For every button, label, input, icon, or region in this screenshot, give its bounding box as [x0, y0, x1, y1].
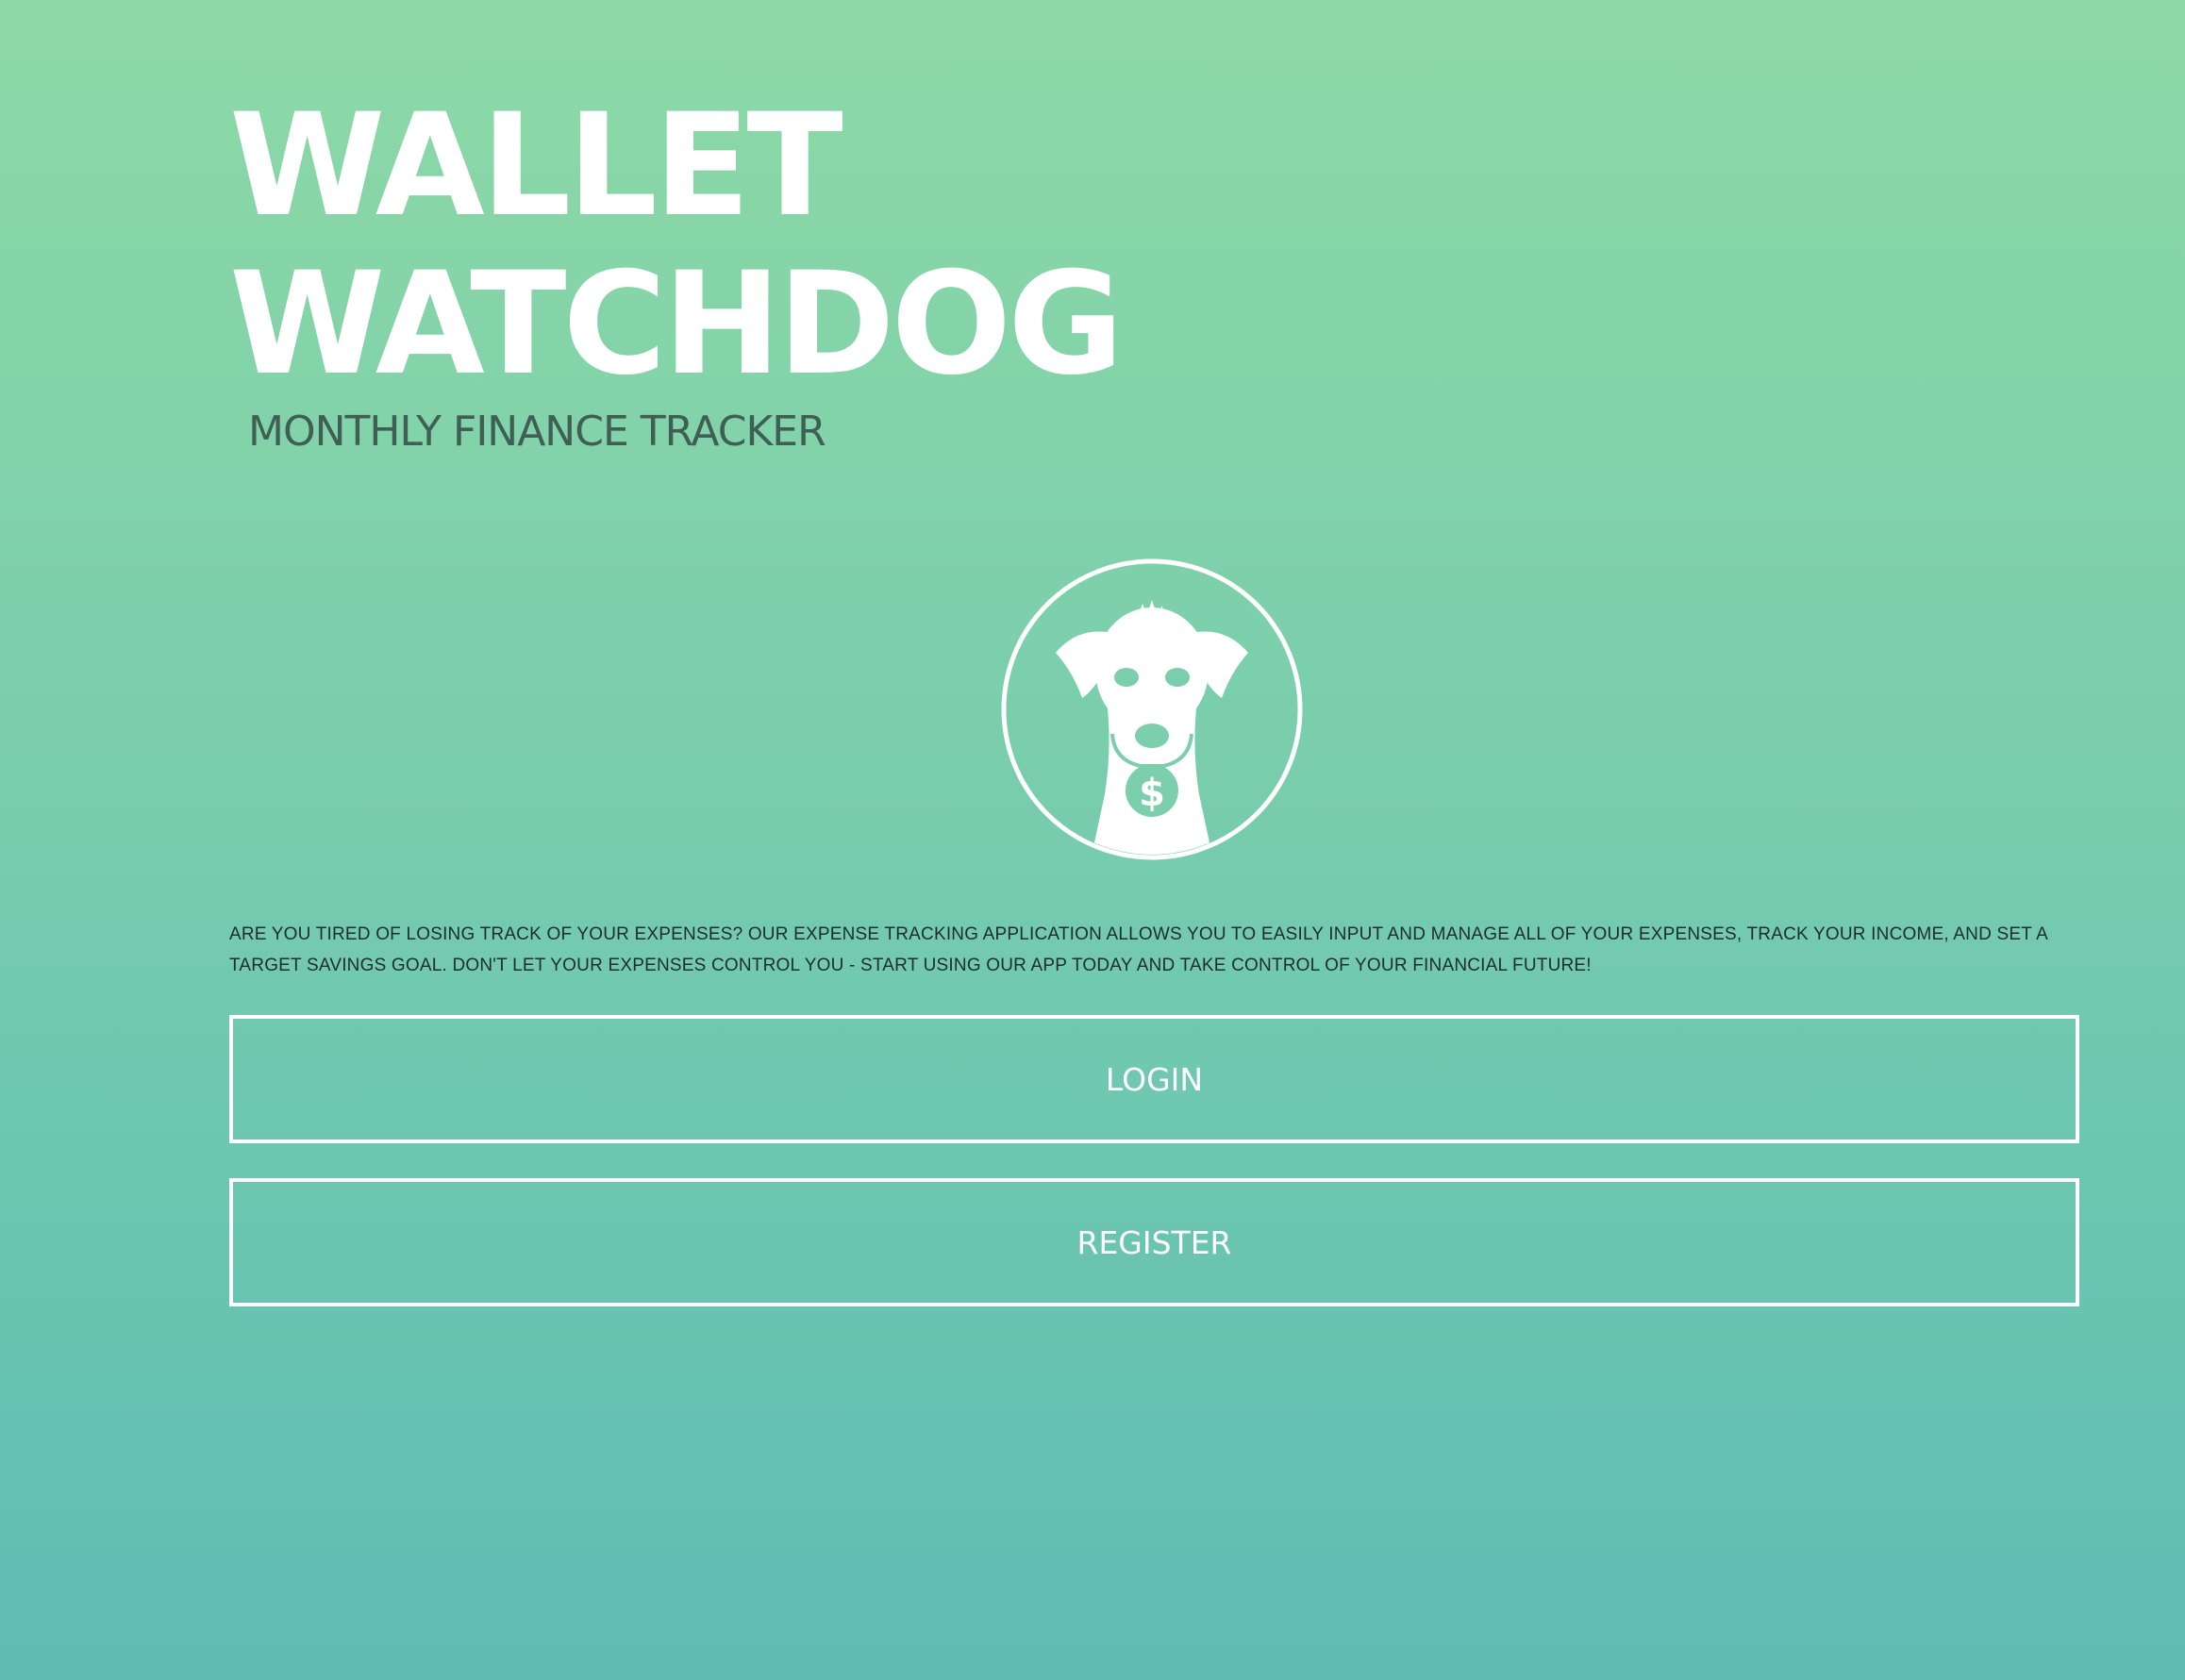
app-title-line1: WALLET — [229, 84, 843, 248]
svg-text:$: $ — [1139, 772, 1165, 815]
register-button[interactable]: REGISTER — [229, 1178, 2079, 1306]
app-subtitle: MONTHLY FINANCE TRACKER — [248, 408, 826, 456]
landing-page: WALLET WATCHDOG MONTHLY FINANCE TRACKER — [229, 0, 2079, 1680]
app-title: WALLET WATCHDOG — [229, 84, 1124, 407]
login-button[interactable]: LOGIN — [229, 1015, 2079, 1143]
app-title-line2: WATCHDOG — [229, 242, 1124, 407]
app-description: ARE YOU TIRED OF LOSING TRACK OF YOUR EX… — [229, 924, 2047, 975]
dog-logo-icon: $ — [1001, 558, 1303, 860]
